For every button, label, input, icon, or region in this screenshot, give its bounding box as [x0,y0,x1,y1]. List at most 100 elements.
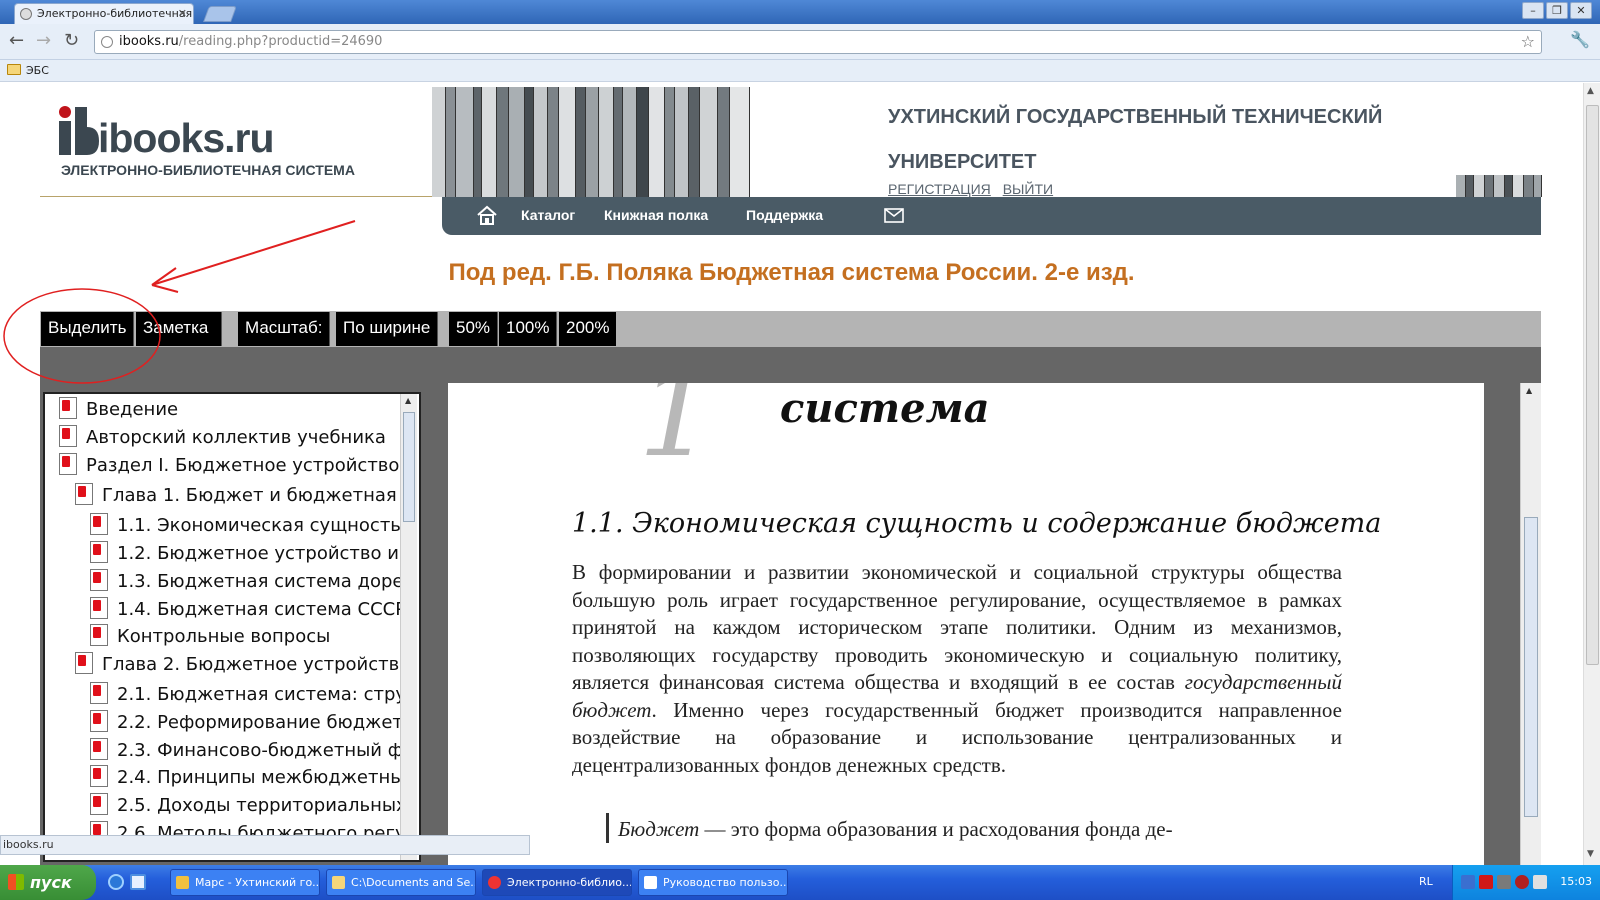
toc-item[interactable]: 2.2. Реформирование бюджет [90,710,403,737]
folder-icon [7,64,21,75]
menu-catalog[interactable]: Каталог [521,207,575,223]
scroll-up-icon[interactable]: ▲ [1587,86,1594,96]
back-arrow-icon[interactable]: ← [9,32,24,50]
network-icon[interactable] [1461,875,1475,889]
toc-item[interactable]: Авторский коллектив учебника [59,425,386,452]
mail-app-icon [176,876,189,889]
scroll-down-icon[interactable]: ▼ [1587,849,1594,859]
pdf-document-icon [90,569,108,591]
register-link[interactable]: РЕГИСТРАЦИЯ [888,181,991,197]
forward-arrow-icon[interactable]: → [36,32,51,50]
toc-scrollbar[interactable]: ▲ [400,394,417,860]
new-tab-button[interactable] [203,6,237,22]
toc-item[interactable]: 2.3. Финансово-бюджетный фе [90,738,414,765]
browser-tab-strip: Электронно-библиотечная с ✕ – ❐ ✕ [0,0,1600,24]
language-indicator[interactable]: RL [1419,875,1433,888]
toc-item[interactable]: Контрольные вопросы [90,624,330,651]
taskbar-window-button[interactable]: C:\Documents and Se... [326,869,476,896]
section-heading: 1.1. Экономическая сущность и содержание… [572,508,1382,539]
address-bar[interactable]: ibooks.ru/reading.php?productid=24690 ☆ [94,30,1542,54]
browser-tab-title: Электронно-библиотечная с [37,7,194,20]
toc-item[interactable]: Раздел I. Бюджетное устройство [59,453,400,480]
book-title: Под ред. Г.Б. Поляка Бюджетная система Р… [448,259,1135,286]
close-window-icon[interactable]: ✕ [1570,2,1592,19]
site-main-menu: Каталог Книжная полка Поддержка [442,197,1541,235]
taskbar-window-button[interactable]: Марс - Ухтинский го... [170,869,320,896]
page-viewport: ibooks.ru ЭЛЕКТРОННО-БИБЛИОТЕЧНАЯ СИСТЕМ… [0,83,1583,865]
internet-explorer-icon[interactable] [108,874,124,890]
toc-item-label: 1.1. Экономическая сущность [117,515,401,536]
toc-item[interactable]: 1.3. Бюджетная система дорев [90,569,415,596]
security-icon[interactable] [1515,875,1529,889]
taskbar-window-button[interactable]: Руководство пользо... [638,869,788,896]
taskbar-window-label: C:\Documents and Se... [351,876,476,889]
document-icon [644,876,657,889]
pdf-document-icon [59,425,77,447]
globe-icon [101,36,113,48]
chrome-icon [488,876,501,889]
scroll-up-icon[interactable]: ▲ [405,396,411,405]
select-button[interactable]: Выделить [41,312,135,346]
logout-link[interactable]: ВЫЙТИ [1003,181,1053,197]
volume-icon[interactable] [1533,875,1547,889]
scale-label: Масштаб: [238,312,331,346]
reload-icon[interactable]: ↻ [64,32,79,50]
definition-marker [606,813,609,843]
toc-item[interactable]: Глава 2. Бюджетное устройство [75,652,410,679]
minimize-icon[interactable]: – [1522,2,1544,19]
toc-item[interactable]: 2.4. Принципы межбюджетных [90,765,415,792]
maximize-icon[interactable]: ❐ [1546,2,1568,19]
window-controls: – ❐ ✕ [1522,2,1592,19]
toc-item[interactable]: Введение [59,397,178,424]
menu-support[interactable]: Поддержка [746,207,823,223]
zoom-50-button[interactable]: 50% [449,312,499,346]
toc-item[interactable]: 2.1. Бюджетная система: стру [90,682,407,709]
toc-item[interactable]: 1.4. Бюджетная система СССР [90,597,406,624]
antivirus-icon[interactable] [1479,875,1493,889]
zoom-fit-width-button[interactable]: По ширине [336,312,439,346]
mail-icon[interactable] [884,208,904,223]
page-scrollbar[interactable]: ▲ ▼ [1583,83,1600,865]
folder-icon [332,876,345,889]
university-name-line2: УНИВЕРСИТЕТ [888,151,1037,173]
toc-item-label: Раздел I. Бюджетное устройство [86,455,400,476]
document-page: 1 система 1.1. Экономическая сущность и … [448,383,1484,865]
home-icon[interactable] [476,205,498,225]
note-button[interactable]: Заметка [136,312,222,346]
pdf-document-icon [90,793,108,815]
document-scrollbar-thumb[interactable] [1524,517,1538,817]
toc-scrollbar-thumb[interactable] [403,412,415,522]
start-button[interactable]: пуск [0,865,96,900]
toc-item[interactable]: 1.1. Экономическая сущность [90,513,401,540]
clock: 15:03 [1560,875,1592,888]
logo-text[interactable]: ibooks.ru [98,115,275,162]
toc-item[interactable]: 1.2. Бюджетное устройство и б [90,541,416,568]
device-icon[interactable] [1497,875,1511,889]
browser-status-bar: ibooks.ru [0,835,530,855]
taskbar-window-label: Электронно-библио... [507,876,632,889]
show-desktop-icon[interactable] [130,874,146,890]
definition-line: Бюджет — это форма образования и расходо… [618,816,1342,843]
zoom-200-button[interactable]: 200% [559,312,617,346]
scroll-up-icon[interactable]: ▲ [1526,386,1532,395]
menu-bookshelf[interactable]: Книжная полка [604,207,708,223]
windows-taskbar: пуск Марс - Ухтинский го... C:\Documents… [0,865,1600,900]
header-divider [40,196,435,197]
document-scrollbar[interactable]: ▲ [1520,383,1541,865]
toc-item-label: 2.1. Бюджетная система: стру [117,684,407,705]
close-tab-icon[interactable]: ✕ [178,7,187,20]
toc-item-label: Глава 1. Бюджет и бюджетная с [102,485,413,506]
bookmark-folder-ebs[interactable]: ЭБС [26,64,49,77]
bookmark-star-icon[interactable]: ☆ [1521,31,1535,53]
page-scrollbar-thumb[interactable] [1586,105,1599,665]
zoom-100-button[interactable]: 100% [499,312,558,346]
toc-item-label: 1.3. Бюджетная система дорев [117,571,415,592]
taskbar-window-button-active[interactable]: Электронно-библио... [482,869,632,896]
toc-item[interactable]: Глава 1. Бюджет и бюджетная с [75,483,413,510]
chapter-number: 1 [638,383,715,484]
toc-item[interactable]: 2.5. Доходы территориальных [90,793,407,820]
wrench-menu-icon[interactable]: 🔧 [1570,30,1590,49]
definition-term: Бюджет [618,817,700,841]
logo-subtitle: ЭЛЕКТРОННО-БИБЛИОТЕЧНАЯ СИСТЕМА [61,162,355,178]
browser-tab-active[interactable]: Электронно-библиотечная с ✕ [14,3,194,24]
